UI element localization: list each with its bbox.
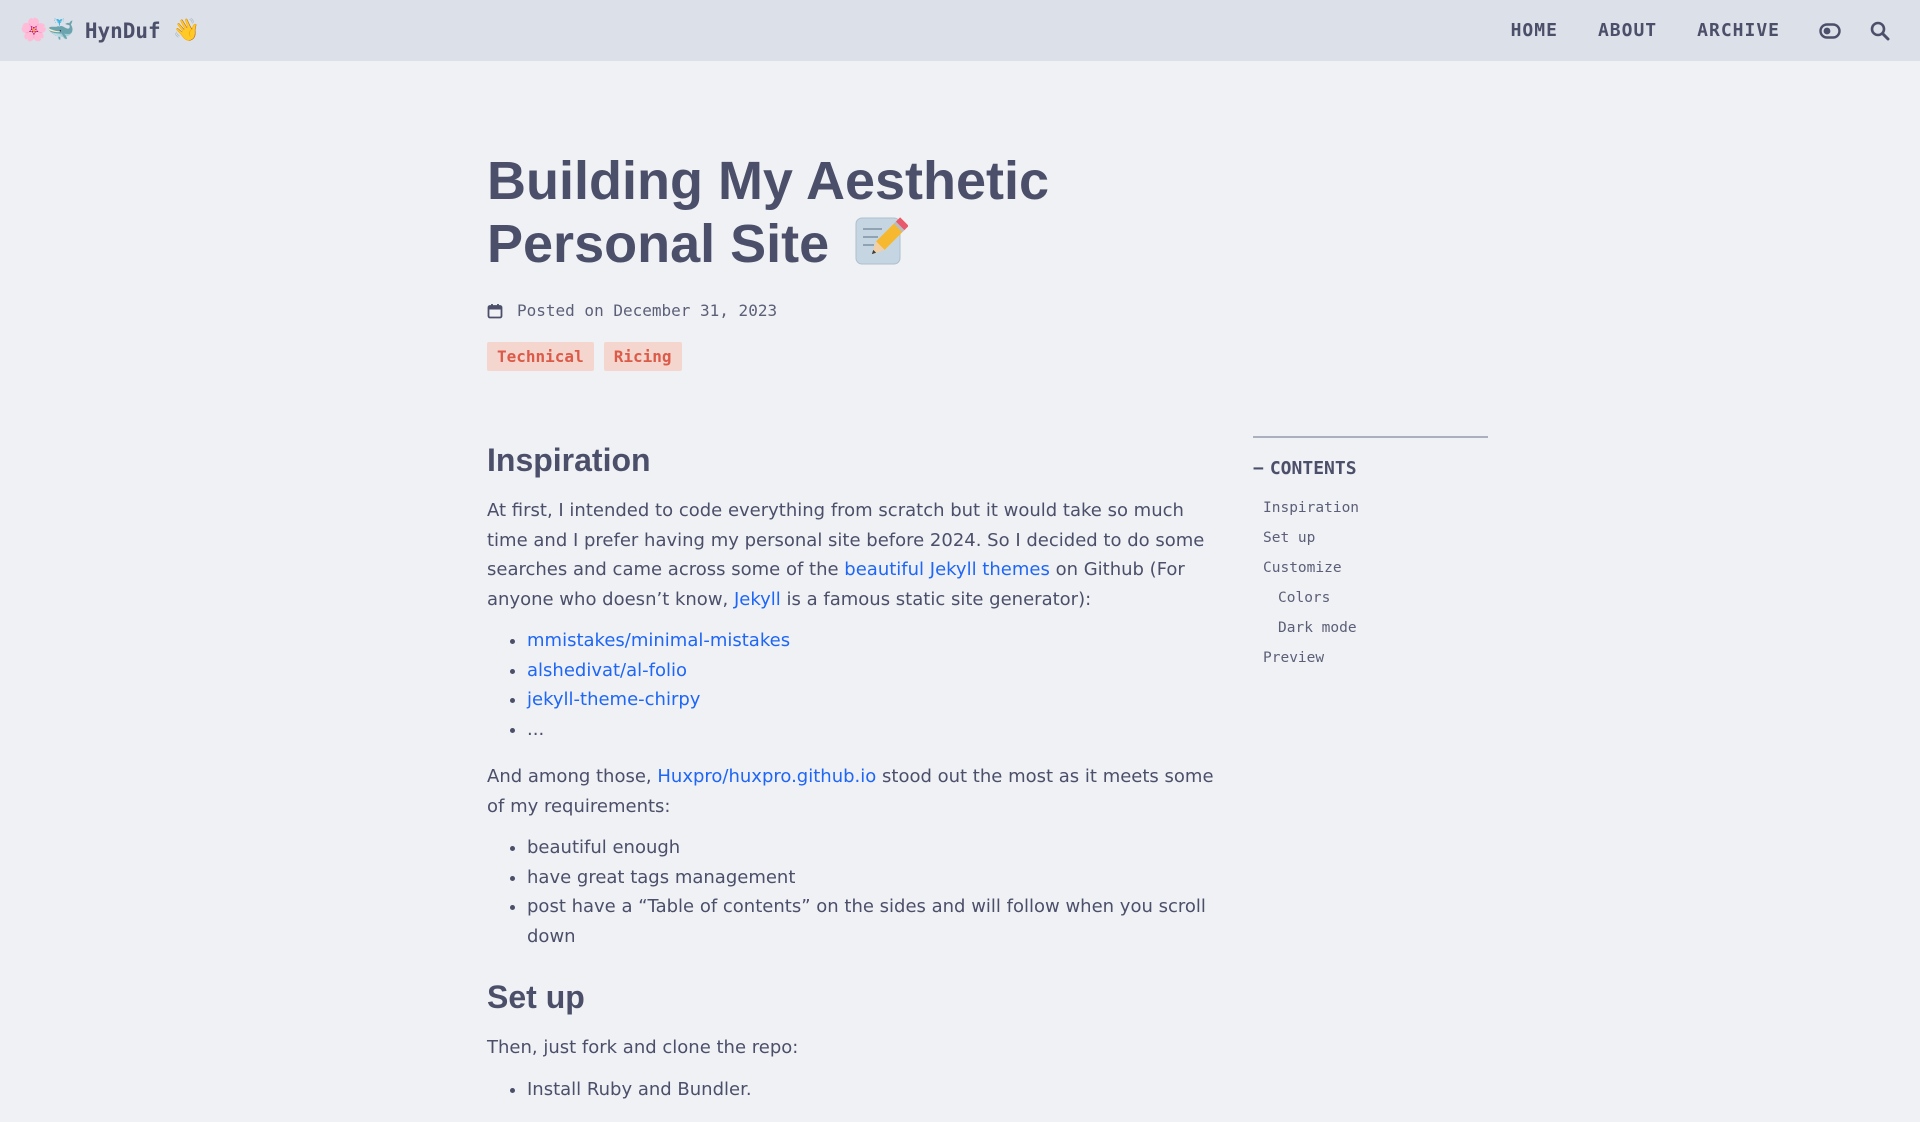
toc-item-preview[interactable]: Preview <box>1253 643 1488 673</box>
setup-intro: Then, just fork and clone the repo: <box>487 1037 799 1058</box>
post-tags: Technical Ricing <box>487 342 1247 371</box>
list-item: ... <box>527 715 1227 745</box>
whale-icon: 🐳 <box>47 17 75 43</box>
list-item: post have a “Table of contents” on the s… <box>527 892 1227 951</box>
list-item: beautiful enough <box>527 833 1227 863</box>
setup-steps-list: Install Ruby and Bundler. <box>487 1075 1227 1105</box>
toc-item-inspiration[interactable]: Inspiration <box>1253 493 1488 523</box>
heading-set-up: Set up <box>487 979 585 1015</box>
brand-emoji-left: 🌸🐳 <box>20 17 75 43</box>
toggle-icon <box>1819 22 1841 39</box>
post-date: Posted on December 31, 2023 <box>517 301 778 320</box>
toc-item-set-up[interactable]: Set up <box>1253 523 1488 553</box>
search-icon[interactable] <box>1860 11 1900 51</box>
toc-item-dark-mode[interactable]: Dark mode <box>1253 613 1488 643</box>
post-title-text: Building My Aesthetic Personal Site <box>487 151 1050 274</box>
nav-link-home[interactable]: HOME <box>1491 20 1578 41</box>
inspiration-paragraph-2: And among those, Huxpro/huxpro.github.io… <box>487 762 1227 821</box>
brand-name: HynDuf <box>84 18 161 43</box>
themes-list: mmistakes/minimal-mistakes alshedivat/al… <box>487 626 1227 744</box>
post-content: Inspiration At first, I intended to code… <box>487 440 1227 1122</box>
toc-header[interactable]: − CONTENTS <box>1253 458 1488 479</box>
toc-collapse-icon: − <box>1253 458 1264 479</box>
toc-item-colors[interactable]: Colors <box>1253 583 1488 613</box>
top-navbar: 🌸🐳 HynDuf 👋 HOME ABOUT ARCHIVE <box>0 0 1920 61</box>
table-of-contents: − CONTENTS Inspiration Set up Customize … <box>1253 436 1488 673</box>
nav-link-archive[interactable]: ARCHIVE <box>1677 20 1800 41</box>
theme-toggle-icon[interactable] <box>1810 11 1850 51</box>
post-title: Building My Aesthetic Personal Site <box>487 150 1247 275</box>
site-brand-link[interactable]: 🌸🐳 HynDuf 👋 <box>20 19 200 43</box>
post-header: Building My Aesthetic Personal Site Post… <box>487 150 1247 371</box>
link-minimal-mistakes[interactable]: mmistakes/minimal-mistakes <box>527 630 790 651</box>
list-item: alshedivat/al-folio <box>527 656 1227 686</box>
link-al-folio[interactable]: alshedivat/al-folio <box>527 660 687 681</box>
list-item: mmistakes/minimal-mistakes <box>527 626 1227 656</box>
heading-inspiration: Inspiration <box>487 442 651 478</box>
text-segment: is a famous static site generator): <box>780 588 1092 610</box>
link-huxpro[interactable]: Huxpro/huxpro.github.io <box>657 766 876 787</box>
link-beautiful-jekyll-themes[interactable]: beautiful Jekyll themes <box>844 559 1050 580</box>
toc-item-customize[interactable]: Customize <box>1253 553 1488 583</box>
nav-link-about[interactable]: ABOUT <box>1578 20 1677 41</box>
toc-title: CONTENTS <box>1269 458 1357 479</box>
memo-icon <box>855 217 909 265</box>
link-jekyll-theme-chirpy[interactable]: jekyll-theme-chirpy <box>527 689 700 710</box>
nav-links: HOME ABOUT ARCHIVE <box>1491 11 1900 51</box>
magnifier-icon <box>1870 21 1890 40</box>
post-meta: Posted on December 31, 2023 <box>487 301 1247 320</box>
list-item: jekyll-theme-chirpy <box>527 685 1227 715</box>
brand-emoji-right: 👋 <box>167 17 201 43</box>
requirements-list: beautiful enough have great tags managem… <box>487 833 1227 951</box>
calendar-icon <box>487 303 503 318</box>
waving-hand-icon: 👋 <box>172 17 201 43</box>
text-segment: And among those, <box>487 766 658 787</box>
list-item: have great tags management <box>527 863 1227 893</box>
inspiration-paragraph-1: At first, I intended to code everything … <box>487 496 1227 614</box>
flower-icon: 🌸 <box>20 17 48 43</box>
link-jekyll[interactable]: Jekyll <box>734 589 781 610</box>
tag-technical[interactable]: Technical <box>487 342 594 371</box>
tag-ricing[interactable]: Ricing <box>603 342 682 371</box>
ellipsis-text: ... <box>527 718 545 740</box>
list-item: Install Ruby and Bundler. <box>527 1075 1227 1105</box>
